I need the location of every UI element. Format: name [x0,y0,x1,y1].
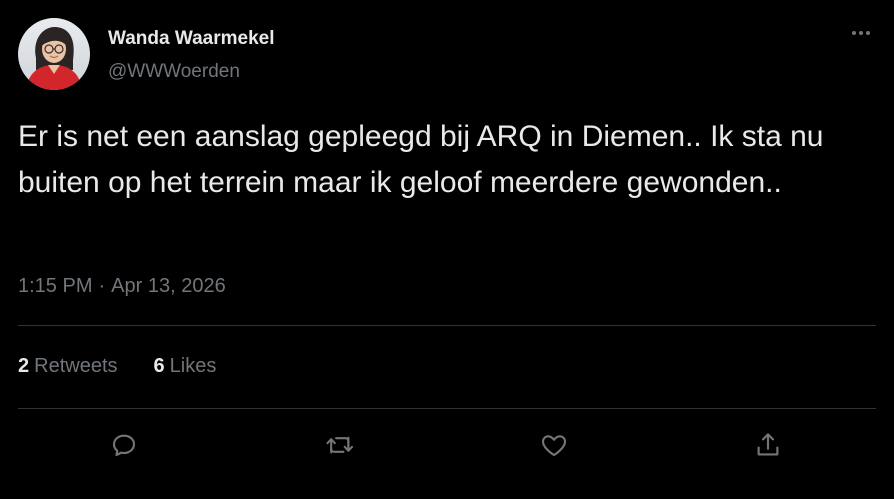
retweets-count: 2 [18,355,30,377]
retweet-button[interactable] [324,428,358,462]
reply-button[interactable] [107,428,141,462]
share-icon [757,433,779,456]
tweet-date: Apr 13, 2026 [111,275,226,297]
retweet-icon [326,436,354,454]
heart-icon [541,435,567,457]
likes-stat[interactable]: 6 Likes [154,355,217,378]
like-button[interactable] [537,428,571,462]
retweets-label: Retweets [34,355,118,377]
user-handle[interactable]: @WWWoerden [108,61,240,83]
tweet-time: 1:15 PM [18,275,93,297]
more-options-button[interactable] [846,22,876,44]
reply-icon [112,434,136,457]
divider [18,325,876,326]
meta-separator: · [98,275,106,297]
tweet-timestamp[interactable]: 1:15 PM · Apr 13, 2026 [18,275,226,298]
more-horizontal-icon [852,31,856,35]
divider [18,408,876,409]
tweet-text: Er is net een aanslag gepleegd bij ARQ i… [18,120,824,199]
avatar[interactable] [18,18,90,90]
engagement-stats: 2 Retweets 6 Likes [18,355,216,378]
display-name[interactable]: Wanda Waarmekel [108,28,274,50]
share-button[interactable] [751,428,785,462]
likes-label: Likes [169,355,217,377]
tweet-detail: Wanda Waarmekel @WWWoerden Er is net een… [0,0,894,499]
avatar-image [18,18,90,90]
likes-count: 6 [153,355,165,377]
retweets-stat[interactable]: 2 Retweets [18,355,118,378]
